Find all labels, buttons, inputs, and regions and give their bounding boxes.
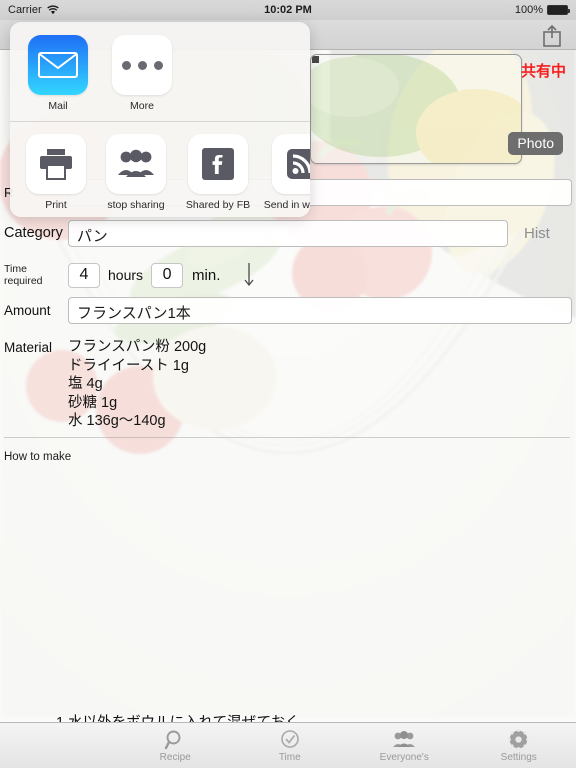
clock-check-icon bbox=[280, 729, 299, 748]
arrow-down-icon[interactable] bbox=[242, 262, 256, 288]
people-group-icon bbox=[106, 134, 166, 194]
time-required-label: Time required bbox=[4, 263, 43, 287]
tab-bar: Recipe Time Everyone's Settings bbox=[0, 722, 576, 768]
printer-icon bbox=[26, 134, 86, 194]
minutes-unit-label: min. bbox=[192, 266, 221, 284]
tab-time[interactable]: Time bbox=[233, 723, 348, 768]
share-item-send-in-wireless[interactable]: Send in wireless bbox=[264, 134, 310, 211]
share-item-stop-sharing[interactable]: stop sharing bbox=[106, 134, 166, 211]
status-bar-right: 100% bbox=[514, 4, 570, 16]
status-bar-clock: 10:02 PM bbox=[264, 4, 312, 16]
photo-button[interactable]: Photo bbox=[508, 132, 563, 155]
amount-label: Amount bbox=[4, 302, 51, 318]
share-item-shared-by-fb[interactable]: Shared by FB bbox=[186, 134, 250, 211]
tab-everyones[interactable]: Everyone's bbox=[347, 723, 462, 768]
category-history-button[interactable]: Hist bbox=[524, 225, 550, 242]
sharing-status-label: 共有中 bbox=[520, 63, 566, 80]
status-bar: Carrier 10:02 PM 100% bbox=[0, 0, 576, 20]
share-icon[interactable] bbox=[540, 23, 564, 48]
amount-input[interactable]: フランスパン1本 bbox=[68, 296, 572, 324]
category-input[interactable]: パン bbox=[68, 219, 508, 247]
app-screen: Carrier 10:02 PM 100% 共有中 Photo R Catego… bbox=[0, 0, 576, 768]
material-label: Material bbox=[4, 340, 53, 355]
share-popover: Mail More Print stop sharing Shared by F… bbox=[10, 22, 310, 217]
material-textarea[interactable]: フランスパン粉 200g ドライイースト 1g 塩 4g 砂糖 1g 水 136… bbox=[62, 338, 206, 431]
mail-icon bbox=[28, 35, 88, 95]
share-popover-row-apps: Mail More bbox=[10, 35, 310, 112]
share-popover-divider bbox=[10, 121, 310, 122]
tab-settings-label: Settings bbox=[500, 752, 537, 763]
hours-unit-label: hours bbox=[108, 267, 144, 283]
tab-settings[interactable]: Settings bbox=[462, 723, 576, 768]
category-label: Category bbox=[4, 225, 63, 241]
battery-icon bbox=[547, 5, 570, 15]
recipe-photo-preview[interactable] bbox=[310, 54, 522, 164]
hours-input[interactable]: 4 bbox=[68, 262, 100, 288]
share-item-print[interactable]: Print bbox=[26, 134, 86, 211]
facebook-icon bbox=[188, 134, 248, 194]
rss-wireless-icon bbox=[272, 134, 310, 194]
photo-thumbnail bbox=[311, 55, 521, 163]
tab-recipe[interactable]: Recipe bbox=[118, 723, 233, 768]
share-item-shared-by-fb-label: Shared by FB bbox=[185, 199, 251, 211]
share-item-print-label: Print bbox=[45, 199, 67, 211]
gear-icon bbox=[508, 728, 530, 751]
share-popover-row-actions: Print stop sharing Shared by FB Send in … bbox=[10, 134, 310, 211]
more-dots-icon bbox=[112, 35, 172, 95]
category-row: Category パン Hist bbox=[4, 219, 572, 247]
people-icon bbox=[393, 730, 416, 747]
share-item-send-in-wireless-label: Send in wireless bbox=[263, 199, 310, 211]
how-to-make-label: How to make bbox=[4, 451, 72, 463]
share-item-more[interactable]: More bbox=[110, 35, 174, 112]
magnifier-icon bbox=[165, 730, 181, 749]
share-item-mail[interactable]: Mail bbox=[26, 35, 90, 112]
material-row: Material フランスパン粉 200g ドライイースト 1g 塩 4g 砂糖… bbox=[4, 338, 572, 431]
battery-percent-label: 100% bbox=[514, 4, 543, 16]
share-item-mail-label: Mail bbox=[48, 100, 68, 112]
section-divider bbox=[4, 437, 570, 438]
share-item-stop-sharing-label: stop sharing bbox=[107, 199, 165, 211]
tab-time-label: Time bbox=[278, 751, 301, 763]
tab-recipe-label: Recipe bbox=[159, 751, 191, 763]
time-required-row: Time required 4 hours 0 min. bbox=[4, 260, 572, 290]
tab-bar-spacer bbox=[0, 723, 118, 768]
share-item-more-label: More bbox=[130, 100, 154, 112]
minutes-input[interactable]: 0 bbox=[151, 262, 184, 288]
photo-corner-marker bbox=[312, 56, 319, 63]
amount-row: Amount フランスパン1本 bbox=[4, 296, 572, 324]
tab-everyones-label: Everyone's bbox=[379, 751, 429, 763]
